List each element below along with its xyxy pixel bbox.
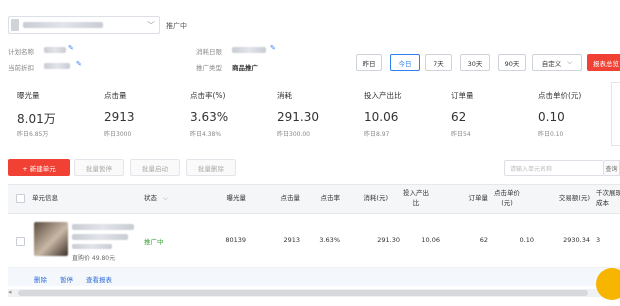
batch-pause-button[interactable]: 批量暂停 xyxy=(74,159,124,176)
metric-prev: 昨日3000 xyxy=(104,131,132,138)
cell-clicks: 2913 xyxy=(283,236,300,244)
plan-thumbnail xyxy=(11,19,19,31)
plan-name-redacted xyxy=(23,22,103,28)
metric-prev: 昨日54 xyxy=(451,131,471,138)
col-impressions[interactable]: 曝光量 xyxy=(200,184,247,214)
cell-cpc: 0.10 xyxy=(519,236,534,244)
metric-label: 点击量 xyxy=(104,91,127,100)
scroll-left-icon[interactable]: ◂ xyxy=(8,288,12,296)
col-roi[interactable]: 投入产出比 xyxy=(400,184,432,214)
metric-value: 62 xyxy=(451,110,467,124)
chevron-down-icon: ⌵ xyxy=(163,194,168,203)
metric-label: 订单量 xyxy=(451,91,474,100)
date-filter-custom[interactable]: 自定义 ⌵ xyxy=(532,54,582,71)
discount-label: 当前折扣 xyxy=(8,64,34,72)
unit-search-input[interactable]: 请输入单元名称 xyxy=(504,160,604,176)
search-button[interactable]: 查询 xyxy=(604,160,620,176)
metric-label: 投入产出比 xyxy=(364,91,402,100)
col-gmv[interactable]: 交易额(元) xyxy=(538,184,590,214)
col-status-label: 状态 xyxy=(144,194,157,203)
row-status: 推广中 xyxy=(144,238,164,246)
report-overview-button[interactable]: 报表总览 xyxy=(587,54,620,71)
cell-spend: 291.30 xyxy=(377,236,400,244)
metric-value: 10.06 xyxy=(364,110,399,124)
batch-delete-button[interactable]: 批量删除 xyxy=(186,159,236,176)
product-price: 直购价 49.80元 xyxy=(72,255,116,262)
date-filter-30d[interactable]: 30天 xyxy=(460,54,490,71)
edit-icon[interactable]: ✎ xyxy=(270,44,276,52)
plan-name-value xyxy=(44,47,66,53)
cell-cpm: 3 xyxy=(596,236,601,244)
cell-ctr: 3.63% xyxy=(319,236,340,244)
edit-icon[interactable]: ✎ xyxy=(68,44,74,52)
metric-prev: 昨日4.38% xyxy=(190,131,222,138)
date-filter-today[interactable]: 今日 xyxy=(390,54,420,71)
custom-label: 自定义 xyxy=(541,59,562,68)
discount-value xyxy=(44,63,70,69)
col-cpc[interactable]: 点击单价(元) xyxy=(492,184,522,214)
metric-prev: 昨日6.85万 xyxy=(17,131,49,138)
product-title-redacted xyxy=(72,224,134,230)
metric-value: 291.30 xyxy=(277,110,319,124)
product-title-redacted xyxy=(72,234,128,240)
metric-value: 3.63% xyxy=(190,110,229,124)
pause-link[interactable]: 暂停 xyxy=(60,274,73,284)
col-clicks[interactable]: 点击量 xyxy=(258,184,301,214)
col-unit: 单元信息 xyxy=(32,194,58,203)
cell-impressions: 80139 xyxy=(225,236,246,244)
date-filter-yesterday[interactable]: 昨日 xyxy=(356,54,382,71)
col-status[interactable]: 状态 ⌵ xyxy=(144,184,184,214)
select-all-checkbox[interactable] xyxy=(16,194,25,203)
metric-label: 曝光量 xyxy=(17,91,40,100)
edit-icon[interactable]: ✎ xyxy=(76,60,82,68)
plan-status: 推广中 xyxy=(166,22,187,30)
date-filter-7d[interactable]: 7天 xyxy=(425,54,452,71)
spend-limit-label: 消耗日限 xyxy=(196,48,222,56)
metric-label: 点击率(%) xyxy=(190,91,226,100)
new-unit-button[interactable]: + 新建单元 xyxy=(8,159,70,176)
metric-prev: 昨日0.10 xyxy=(538,131,564,138)
cell-orders: 62 xyxy=(479,236,488,244)
row-checkbox[interactable] xyxy=(16,237,25,246)
cell-gmv: 2930.34 xyxy=(563,236,590,244)
delete-link[interactable]: 删除 xyxy=(34,274,47,284)
metric-label: 消耗 xyxy=(277,91,292,100)
view-report-link[interactable]: 查看报表 xyxy=(86,274,112,284)
metric-label: 点击单价(元) xyxy=(538,91,582,100)
chevron-down-icon: ⌵ xyxy=(567,58,573,66)
metric-value: 8.01万 xyxy=(17,112,56,126)
col-cpm[interactable]: 千次展现成本 xyxy=(596,184,620,214)
horizontal-scrollbar[interactable] xyxy=(18,290,588,296)
metric-prev: 昨日300.00 xyxy=(277,131,310,138)
promo-type-value: 商品推广 xyxy=(232,64,258,72)
promo-type-label: 推广类型 xyxy=(196,64,222,72)
metric-value: 2913 xyxy=(104,110,135,124)
metric-prev: 昨日8.97 xyxy=(364,131,390,138)
cell-roi: 10.06 xyxy=(421,236,440,244)
batch-start-button[interactable]: 批量启动 xyxy=(130,159,180,176)
plan-name-label: 计划名称 xyxy=(8,48,34,56)
chevron-down-icon: ﹀ xyxy=(147,21,155,30)
product-sku-redacted xyxy=(72,244,112,249)
date-filter-90d[interactable]: 90天 xyxy=(498,54,526,71)
spend-limit-value xyxy=(232,47,266,53)
side-panel-edge xyxy=(611,82,620,146)
col-spend[interactable]: 消耗(元) xyxy=(348,184,388,214)
plan-select[interactable]: ﹀ xyxy=(8,16,160,34)
product-thumbnail xyxy=(34,222,68,256)
col-ctr[interactable]: 点击率 xyxy=(306,184,341,214)
metric-value: 0.10 xyxy=(538,110,565,124)
col-orders[interactable]: 订单量 xyxy=(444,184,489,214)
help-float-icon[interactable] xyxy=(596,268,620,300)
